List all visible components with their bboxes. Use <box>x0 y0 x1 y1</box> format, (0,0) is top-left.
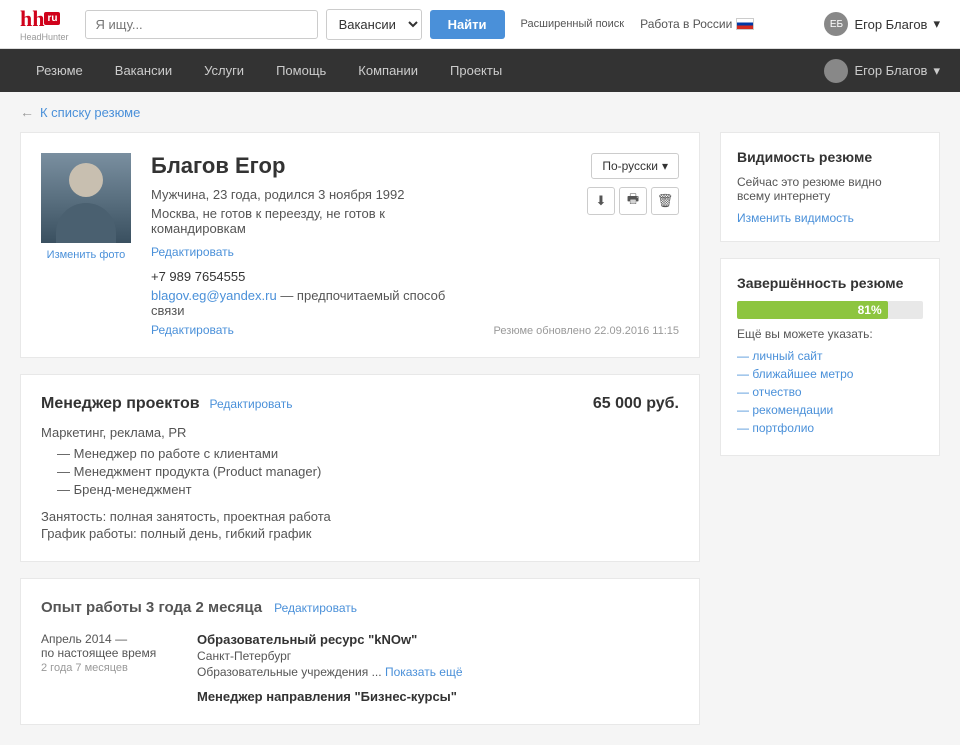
completion-card: Завершённость резюме 81% Ещё вы можете у… <box>720 258 940 456</box>
exp-dates: Апрель 2014 — по настоящее время 2 года … <box>41 632 181 704</box>
exp-industry-text: Образовательные учреждения ... <box>197 665 382 679</box>
progress-bar: 81% <box>737 301 923 319</box>
job-list: — Менеджер по работе с клиентами — Менед… <box>57 446 679 497</box>
action-icons-group: ⬇ 🖶 🗑 <box>587 187 679 215</box>
exp-date-range: Апрель 2014 — по настоящее время <box>41 632 181 660</box>
profile-phone: +7 989 7654555 <box>151 269 474 284</box>
progress-bar-fill: 81% <box>737 301 888 319</box>
job-title-row: Менеджер проектов Редактировать <box>41 395 292 413</box>
completion-title: Завершённость резюме <box>737 275 923 291</box>
job-title: Менеджер проектов <box>41 395 200 413</box>
profile-section: Изменить фото Благов Егор Мужчина, 23 го… <box>20 132 700 358</box>
lang-label: По-русски <box>602 159 658 173</box>
suggest-metro[interactable]: — ближайшее метро <box>737 367 923 381</box>
job-employment: Занятость: полная занятость, проектная р… <box>41 509 679 524</box>
content-area: Изменить фото Благов Егор Мужчина, 23 го… <box>20 132 700 725</box>
nav-chevron-icon: ▾ <box>933 63 940 79</box>
visibility-title: Видимость резюме <box>737 149 923 165</box>
experience-title: Опыт работы 3 года 2 месяца <box>41 599 262 616</box>
job-section: Менеджер проектов Редактировать 65 000 р… <box>20 374 700 562</box>
search-bar: Вакансии Найти <box>85 9 505 40</box>
change-photo-link[interactable]: Изменить фото <box>41 249 131 261</box>
exp-city: Санкт-Петербург <box>197 649 679 663</box>
exp-duration: 2 года 7 месяцев <box>41 662 181 674</box>
profile-info: Благов Егор Мужчина, 23 года, родился 3 … <box>151 153 474 337</box>
nav-user-menu[interactable]: Егор Благов ▾ <box>824 59 940 83</box>
logo-hh-text: hh <box>20 6 44 31</box>
job-category: Маркетинг, реклама, PR <box>41 425 679 440</box>
exp-position: Менеджер направления "Бизнес-курсы" <box>197 689 679 704</box>
exp-company: Образовательный ресурс "kNOw" <box>197 632 679 647</box>
user-name: Егор Благов <box>854 17 927 32</box>
job-salary: 65 000 руб. <box>593 395 679 413</box>
job-schedule: График работы: полный день, гибкий графи… <box>41 526 679 541</box>
profile-photo-area: Изменить фото <box>41 153 131 337</box>
profile-name: Благов Егор <box>151 153 474 179</box>
nav-item-services[interactable]: Услуги <box>188 49 260 92</box>
job-list-item-2: — Бренд-менеджмент <box>57 482 679 497</box>
profile-photo-image <box>41 153 131 243</box>
advanced-search-link[interactable]: Расширенный поиск <box>521 17 625 31</box>
nav-item-projects[interactable]: Проекты <box>434 49 518 92</box>
user-menu[interactable]: ЕБ Егор Благов ▾ <box>824 12 940 36</box>
nav-item-resume[interactable]: Резюме <box>20 49 99 92</box>
sidebar: Видимость резюме Сейчас это резюме видно… <box>720 132 940 725</box>
profile-email-link[interactable]: blagov.eg@yandex.ru <box>151 288 277 303</box>
job-header: Менеджер проектов Редактировать 65 000 р… <box>41 395 679 413</box>
profile-actions: По-русски ▾ ⬇ 🖶 🗑 Резюме обновлено 22.09… <box>494 153 679 337</box>
back-arrow-icon: ← <box>20 104 34 120</box>
russia-label: Работа в России <box>640 17 732 31</box>
search-button[interactable]: Найти <box>430 10 505 39</box>
nav-item-help[interactable]: Помощь <box>260 49 342 92</box>
nav-avatar <box>824 59 848 83</box>
chevron-down-icon: ▾ <box>933 16 940 32</box>
resume-updated-text: Резюме обновлено 22.09.2016 11:15 <box>494 325 679 337</box>
visibility-card: Видимость резюме Сейчас это резюме видно… <box>720 132 940 242</box>
suggest-patronym[interactable]: — отчество <box>737 385 923 399</box>
delete-button[interactable]: 🗑 <box>651 187 679 215</box>
job-list-item-1: — Менеджмент продукта (Product manager) <box>57 464 679 479</box>
job-list-item-0: — Менеджер по работе с клиентами <box>57 446 679 461</box>
russia-link[interactable]: Работа в России <box>640 17 754 31</box>
suggest-portfolio[interactable]: — портфолио <box>737 421 923 435</box>
profile-location: Москва, не готов к переезду, не готов к … <box>151 206 474 236</box>
suggest-recommendations[interactable]: — рекомендации <box>737 403 923 417</box>
experience-section: Опыт работы 3 года 2 месяца Редактироват… <box>20 578 700 725</box>
progress-label: 81% <box>858 303 882 317</box>
suggest-label: Ещё вы можете указать: <box>737 327 923 341</box>
logo-subtitle: HeadHunter <box>20 32 69 42</box>
edit-personal-link[interactable]: Редактировать <box>151 245 234 259</box>
language-select[interactable]: По-русски ▾ <box>591 153 679 179</box>
nav-item-vacancies[interactable]: Вакансии <box>99 49 188 92</box>
search-input[interactable] <box>85 10 318 39</box>
edit-job-link[interactable]: Редактировать <box>210 397 293 411</box>
nav-user-name: Егор Благов <box>854 63 927 78</box>
vacancy-select[interactable]: Вакансии <box>326 9 422 40</box>
nav-item-companies[interactable]: Компании <box>342 49 434 92</box>
visibility-text: Сейчас это резюме видно всему интернету <box>737 175 923 203</box>
edit-experience-link[interactable]: Редактировать <box>274 601 357 615</box>
profile-details: Мужчина, 23 года, родился 3 ноября 1992 <box>151 187 474 202</box>
change-visibility-link[interactable]: Изменить видимость <box>737 211 923 225</box>
lang-chevron-icon: ▾ <box>662 159 668 173</box>
experience-header: Опыт работы 3 года 2 месяца Редактироват… <box>41 599 679 616</box>
site-header: hhru HeadHunter Вакансии Найти Расширенн… <box>0 0 960 49</box>
show-more-link[interactable]: Показать ещё <box>385 665 463 679</box>
exp-details: Образовательный ресурс "kNOw" Санкт-Пете… <box>197 632 679 704</box>
suggest-personal-site[interactable]: — личный сайт <box>737 349 923 363</box>
experience-item-0: Апрель 2014 — по настоящее время 2 года … <box>41 632 679 704</box>
flag-icon <box>736 18 754 30</box>
avatar: ЕБ <box>824 12 848 36</box>
logo-ru-badge: ru <box>44 12 60 25</box>
main-content: Изменить фото Благов Егор Мужчина, 23 го… <box>0 132 960 745</box>
print-button[interactable]: 🖶 <box>619 187 647 215</box>
logo: hhru HeadHunter <box>20 6 69 42</box>
main-nav: Резюме Вакансии Услуги Помощь Компании П… <box>0 49 960 92</box>
download-button[interactable]: ⬇ <box>587 187 615 215</box>
back-to-list-link[interactable]: К списку резюме <box>40 105 140 120</box>
breadcrumb: ← К списку резюме <box>0 92 960 132</box>
edit-contact-link[interactable]: Редактировать <box>151 323 234 337</box>
exp-industry: Образовательные учреждения ... Показать … <box>197 665 679 679</box>
profile-email-row: blagov.eg@yandex.ru — предпочитаемый спо… <box>151 288 474 318</box>
